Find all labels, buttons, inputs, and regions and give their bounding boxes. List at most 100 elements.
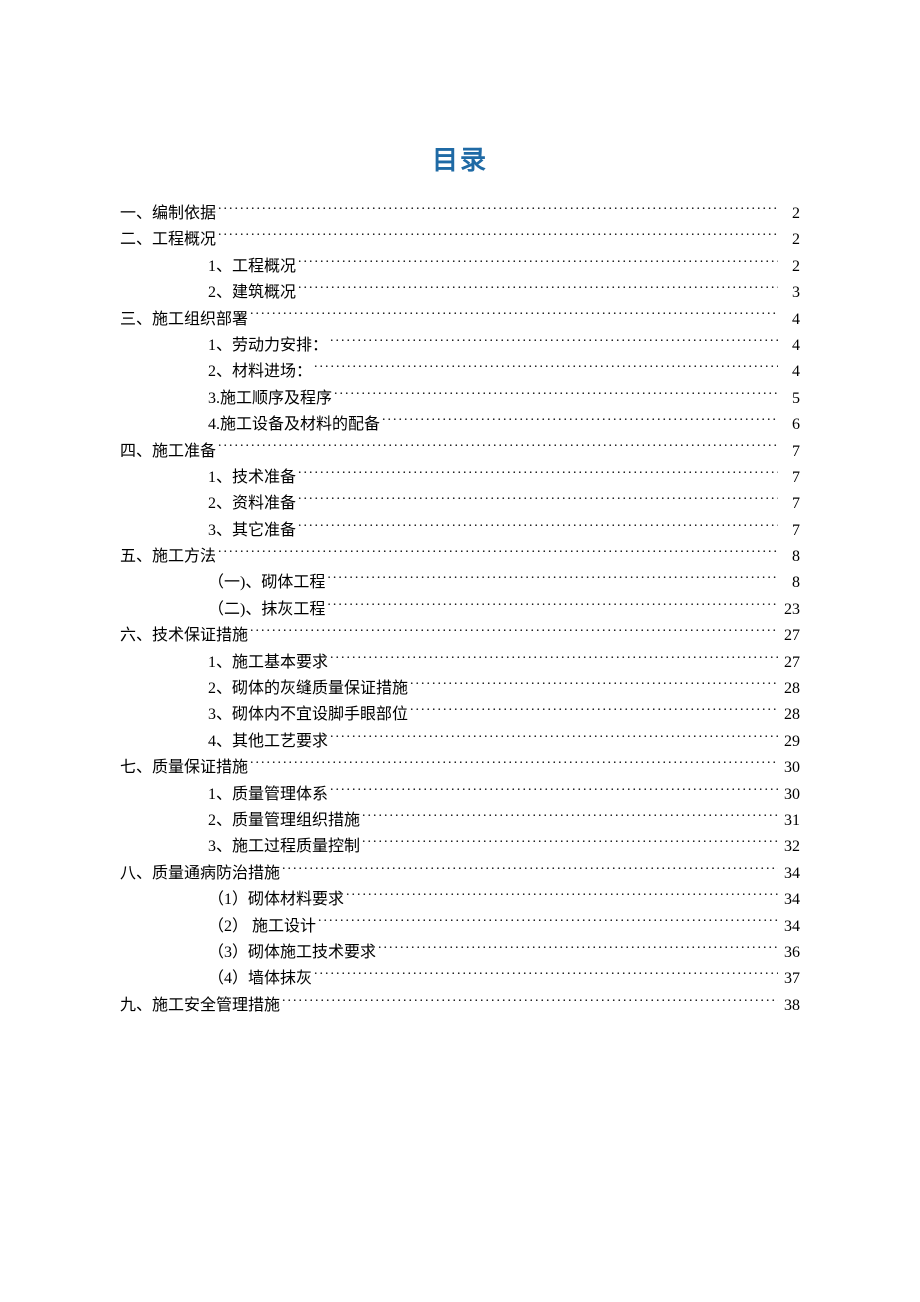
toc-entry[interactable]: 八、质量通病防治措施 34 [120,861,800,887]
toc-entry[interactable]: （1）砌体材料要求 34 [120,887,800,913]
toc-entry-page: 7 [780,465,800,491]
toc-leader-dots [410,703,778,719]
toc-entry[interactable]: 1、劳动力安排： 4 [120,333,800,359]
toc-entry[interactable]: （2） 施工设计34 [120,914,800,940]
toc-entry-page: 36 [780,940,800,966]
toc-entry-label: 四、施工准备 [120,439,216,465]
toc-leader-dots [346,888,778,904]
toc-entry-label: （1）砌体材料要求 [208,887,344,913]
toc-leader-dots [362,809,778,825]
toc-entry-page: 7 [780,518,800,544]
toc-entry-label: 2、质量管理组织措施 [208,808,360,834]
toc-entry[interactable]: 七、质量保证措施30 [120,755,800,781]
toc-entry-label: 1、施工基本要求 [208,650,328,676]
toc-leader-dots [282,994,778,1010]
toc-leader-dots [282,862,778,878]
toc-leader-dots [327,571,778,587]
toc-leader-dots [298,281,778,297]
toc-entry-label: 二、工程概况 [120,227,216,253]
toc-entry[interactable]: 1、施工基本要求27 [120,650,800,676]
toc-entry-page: 32 [780,834,800,860]
toc-leader-dots [250,756,778,772]
toc-entry-page: 27 [780,623,800,649]
toc-entry[interactable]: 3、砌体内不宜设脚手眼部位28 [120,702,800,728]
toc-entry[interactable]: 3、其它准备7 [120,518,800,544]
toc-entry[interactable]: 三、施工组织部署 4 [120,307,800,333]
toc-entry[interactable]: 2、材料进场： 4 [120,359,800,385]
toc-entry[interactable]: 二、工程概况 2 [120,227,800,253]
toc-entry[interactable]: 2、建筑概况 3 [120,280,800,306]
toc-entry-label: （2） 施工设计 [208,914,316,940]
toc-entry[interactable]: 3、施工过程质量控制32 [120,834,800,860]
toc-leader-dots [298,466,778,482]
toc-leader-dots [378,941,778,957]
toc-entry[interactable]: 2、资料准备7 [120,491,800,517]
toc-entry[interactable]: 4.施工设备及材料的配备 6 [120,412,800,438]
toc-leader-dots [330,783,778,799]
toc-leader-dots [250,624,778,640]
toc-entry[interactable]: 3.施工顺序及程序 5 [120,386,800,412]
toc-entry-label: 九、施工安全管理措施 [120,993,280,1019]
toc-entry[interactable]: （二)、抹灰工程23 [120,597,800,623]
toc-entry[interactable]: 六、技术保证措施 27 [120,623,800,649]
toc-entry-label: 3.施工顺序及程序 [208,386,332,412]
toc-leader-dots [318,915,778,931]
toc-entry-label: 三、施工组织部署 [120,307,248,333]
toc-entry-page: 2 [780,201,800,227]
toc-entry[interactable]: 1、质量管理体系 30 [120,782,800,808]
toc-entry-page: 30 [780,782,800,808]
toc-entry[interactable]: （4）墙体抹灰37 [120,966,800,992]
toc-entry-page: 6 [780,412,800,438]
toc-entry-page: 2 [780,227,800,253]
toc-entry[interactable]: 五、施工方法8 [120,544,800,570]
toc-entry[interactable]: 四、施工准备7 [120,439,800,465]
toc-entry[interactable]: （3）砌体施工技术要求36 [120,940,800,966]
toc-entry-page: 5 [780,386,800,412]
toc-entry-label: 2、砌体的灰缝质量保证措施 [208,676,408,702]
toc-entry-page: 8 [780,570,800,596]
toc-entry-label: 一、编制依据 [120,201,216,227]
toc-entry[interactable]: 1、技术准备 7 [120,465,800,491]
toc-entry-page: 8 [780,544,800,570]
toc-leader-dots [314,967,778,983]
toc-entry-label: 2、材料进场： [208,359,312,385]
toc-entry-label: 4.施工设备及材料的配备 [208,412,380,438]
toc-entry[interactable]: 1、工程概况 2 [120,254,800,280]
toc-entry-label: 2、建筑概况 [208,280,296,306]
toc-entry-page: 28 [780,676,800,702]
toc-entry[interactable]: 2、质量管理组织措施31 [120,808,800,834]
toc-entry-page: 4 [780,359,800,385]
toc-entry-label: 3、砌体内不宜设脚手眼部位 [208,702,408,728]
toc-entry-label: 八、质量通病防治措施 [120,861,280,887]
toc-entry-label: 1、技术准备 [208,465,296,491]
toc-entry-page: 3 [780,280,800,306]
toc-entry-label: 1、质量管理体系 [208,782,328,808]
toc-leader-dots [330,730,778,746]
toc-entry-page: 4 [780,307,800,333]
toc-entry-page: 23 [780,597,800,623]
toc-leader-dots [218,440,778,456]
toc-entry-label: 2、资料准备 [208,491,296,517]
toc-entry-label: 1、工程概况 [208,254,296,280]
toc-entry-page: 4 [780,333,800,359]
toc-title: 目录 [120,140,800,177]
toc-entry-label: 4、其他工艺要求 [208,729,328,755]
toc-entry-label: 1、劳动力安排： [208,333,328,359]
toc-entry[interactable]: （一)、砌体工程 8 [120,570,800,596]
toc-leader-dots [314,360,778,376]
toc-entry[interactable]: 4、其他工艺要求29 [120,729,800,755]
toc-entry-label: 六、技术保证措施 [120,623,248,649]
toc-entry-page: 34 [780,887,800,913]
toc-leader-dots [410,677,778,693]
toc-leader-dots [327,598,778,614]
toc-entry[interactable]: 九、施工安全管理措施38 [120,993,800,1019]
toc-entry[interactable]: 2、砌体的灰缝质量保证措施 28 [120,676,800,702]
toc-entry-label: 七、质量保证措施 [120,755,248,781]
toc-leader-dots [298,519,778,535]
toc-leader-dots [362,835,778,851]
toc-entry-label: （一)、砌体工程 [208,570,325,596]
toc-entry[interactable]: 一、编制依据 2 [120,201,800,227]
toc-leader-dots [298,492,778,508]
toc-entry-page: 34 [780,861,800,887]
toc-entry-page: 2 [780,254,800,280]
